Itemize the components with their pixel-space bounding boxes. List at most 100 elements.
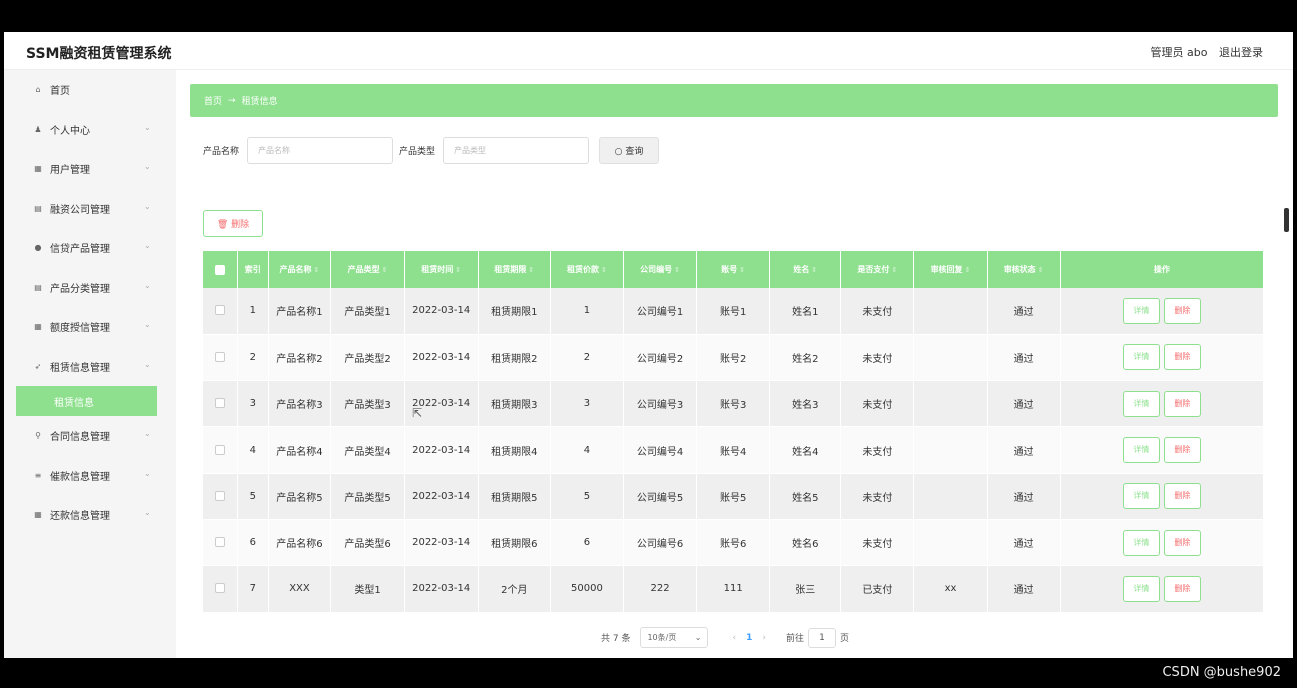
sidebar-item[interactable]: ▦ 用户管理 ⌄ [4, 149, 176, 189]
prev-page-button[interactable]: ‹ [732, 633, 736, 643]
sidebar-item[interactable]: ♟ 个人中心 ⌄ [4, 110, 176, 150]
row-checkbox[interactable] [215, 537, 226, 548]
column-header[interactable]: 公司编号 ⇕ [623, 251, 698, 288]
table-row: 6 产品名称6 产品类型6 2022-03-14 租赁期限6 6 公司编号6 账号6 姓名6 未支… [203, 519, 1265, 567]
sort-icon[interactable]: ⇕ [739, 266, 745, 274]
sort-icon[interactable]: ⇕ [965, 266, 971, 274]
table-cell: 账号5 [696, 473, 771, 520]
table-cell: 通过 [987, 565, 1061, 613]
column-header[interactable]: 租赁价款 ⇕ [550, 251, 624, 288]
batch-delete-button[interactable]: 🗑 删除 [203, 210, 263, 237]
delete-button[interactable]: 删除 [1163, 529, 1201, 556]
detail-button[interactable]: 详情 [1122, 575, 1160, 602]
column-header[interactable]: 审核回复 ⇕ [913, 251, 988, 288]
sort-icon[interactable]: ⇕ [528, 266, 534, 274]
table-cell: 公司编号2 [623, 334, 698, 382]
column-header[interactable]: 索引 [237, 251, 269, 288]
column-header[interactable]: 租赁时间 ⇕ [404, 251, 479, 288]
row-actions: 详情 删除 [1060, 519, 1265, 567]
sidebar-item[interactable]: ≡ 催款信息管理 ⌄ [4, 456, 176, 496]
detail-button[interactable]: 详情 [1122, 437, 1160, 464]
sidebar-item[interactable]: ⚲ 合同信息管理 ⌄ [4, 416, 176, 456]
page-number-current[interactable]: 1 [746, 633, 752, 643]
row-select-cell [203, 473, 239, 520]
row-checkbox[interactable] [215, 351, 226, 362]
column-header-label: 操作 [1153, 265, 1170, 274]
column-header[interactable]: 审核状态 ⇕ [987, 251, 1061, 288]
main-content: 首页 → 租赁信息 产品名称 产品类型 ○ 查询 🗑 删除 索引产品名称⇕产品类… [176, 70, 1293, 658]
delete-button[interactable]: 删除 [1163, 483, 1201, 510]
logout-link[interactable]: 退出登录 [1219, 46, 1263, 59]
column-header[interactable]: 账号 ⇕ [696, 251, 771, 288]
select-all-header[interactable] [203, 251, 239, 288]
sort-icon[interactable]: ⇕ [314, 266, 320, 274]
sort-icon[interactable]: ⇕ [674, 266, 680, 274]
column-header[interactable]: 操作 [1060, 251, 1265, 288]
table-cell: 1 [237, 288, 269, 335]
table-cell: 账号1 [696, 288, 771, 335]
column-header-label: 审核状态 [1003, 265, 1036, 274]
sidebar-subitem-lease-info[interactable]: 租赁信息 [16, 386, 157, 416]
sort-icon[interactable]: ⇕ [455, 266, 461, 274]
sort-icon[interactable]: ⇕ [382, 266, 388, 274]
table-row: 3 产品名称3 产品类型3 2022-03-14 租赁期限3 3 公司编号3 账号3 姓名3 未支… [203, 380, 1265, 428]
breadcrumb-home[interactable]: 首页 [204, 94, 222, 107]
sidebar-item[interactable]: ▦ 额度授信管理 ⌄ [4, 307, 176, 347]
column-header-label: 公司编号 [640, 265, 673, 274]
sort-icon[interactable]: ⇕ [811, 266, 817, 274]
sidebar-item[interactable]: ▦ 还款信息管理 ⌄ [4, 495, 176, 535]
table-cell: 租赁期限2 [478, 334, 551, 382]
sidebar-item[interactable]: ▤ 产品分类管理 ⌄ [4, 268, 176, 308]
column-header-label: 租赁期限 [494, 265, 527, 274]
table-cell: 6 [237, 519, 269, 567]
search-button[interactable]: ○ 查询 [599, 136, 660, 164]
table-cell: 租赁期限4 [478, 426, 551, 474]
detail-button[interactable]: 详情 [1122, 483, 1160, 510]
column-header-label: 账号 [721, 265, 738, 274]
sidebar-item[interactable]: ➶ 租赁信息管理 ⌄ [4, 347, 176, 387]
row-checkbox[interactable] [215, 398, 226, 409]
scrollbar-thumb[interactable] [1284, 208, 1289, 232]
column-header[interactable]: 姓名 ⇕ [769, 251, 842, 288]
page-size-select[interactable]: 10条/页 ⌄ [640, 627, 709, 648]
table-cell: 未支付 [840, 473, 915, 520]
row-checkbox[interactable] [215, 583, 226, 594]
product-name-input[interactable] [247, 136, 394, 164]
sidebar-item[interactable]: ● 信贷产品管理 ⌄ [4, 228, 176, 268]
sidebar-item[interactable]: ⌂ 首页 [4, 70, 176, 110]
row-checkbox[interactable] [215, 444, 226, 455]
sort-icon[interactable]: ⇕ [891, 266, 897, 274]
goto-label: 前往 [785, 634, 804, 644]
delete-button[interactable]: 删除 [1163, 297, 1201, 324]
sidebar-item[interactable]: ▤ 融资公司管理 ⌄ [4, 189, 176, 229]
table-cell: 4 [237, 426, 269, 474]
sort-icon[interactable]: ⇕ [1038, 266, 1044, 274]
select-all-checkbox[interactable] [215, 264, 226, 275]
column-header[interactable]: 产品名称 ⇕ [268, 251, 332, 288]
row-checkbox[interactable] [215, 305, 226, 316]
column-header[interactable]: 产品类型 ⇕ [330, 251, 405, 288]
table-cell: 6 [550, 519, 624, 567]
row-checkbox[interactable] [215, 490, 226, 501]
table-cell: 3 [237, 380, 269, 428]
sidebar: ⌂ 首页 ♟ 个人中心 ⌄ ▦ 用户管理 ⌄ ▤ 融资公司管理 ⌄ ● 信贷产品管理 ⌄ ▤ 产品分类管理 ⌄ ▦… [4, 70, 176, 658]
sidebar-item-label: 催款信息管理 [50, 471, 110, 483]
column-header[interactable]: 是否支付 ⇕ [840, 251, 915, 288]
goto-page-input[interactable]: 1 [807, 627, 836, 648]
product-type-input[interactable] [443, 136, 590, 164]
delete-button[interactable]: 删除 [1163, 344, 1201, 371]
next-page-button[interactable]: › [762, 633, 766, 643]
detail-button[interactable]: 详情 [1122, 529, 1160, 556]
detail-button[interactable]: 详情 [1122, 390, 1160, 417]
detail-button[interactable]: 详情 [1122, 297, 1160, 324]
sort-icon[interactable]: ⇕ [601, 266, 607, 274]
detail-button[interactable]: 详情 [1122, 344, 1160, 371]
table-cell: 2022-03-14 [404, 426, 479, 474]
chevron-down-icon: ⌄ [144, 241, 151, 250]
screen-top-bar [0, 0, 1297, 32]
delete-button[interactable]: 删除 [1163, 575, 1201, 602]
column-header[interactable]: 租赁期限 ⇕ [478, 251, 551, 288]
delete-button[interactable]: 删除 [1163, 437, 1201, 464]
sidebar-item-label: 用户管理 [50, 165, 90, 177]
delete-button[interactable]: 删除 [1163, 390, 1201, 417]
